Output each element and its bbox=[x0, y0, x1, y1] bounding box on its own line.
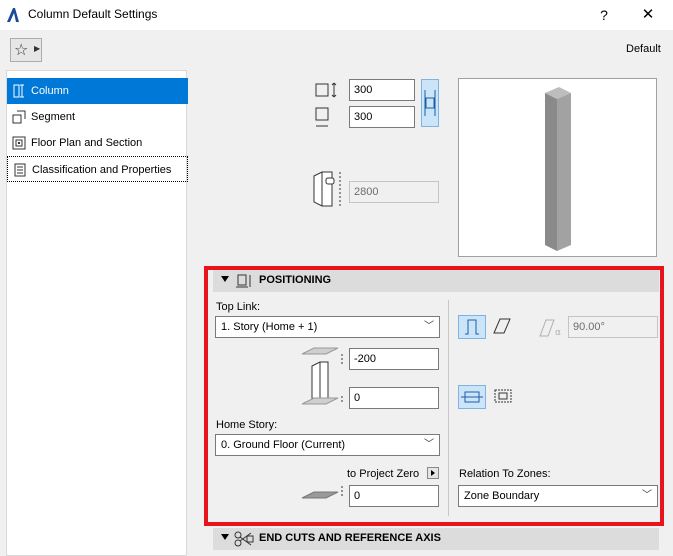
properties-icon bbox=[14, 163, 26, 177]
column-height-icon bbox=[313, 171, 341, 207]
column-icon bbox=[13, 84, 24, 98]
depth-input[interactable]: 300 bbox=[349, 106, 415, 128]
sidebar-item-segment[interactable]: Segment bbox=[7, 104, 188, 130]
archicad-logo-icon bbox=[7, 8, 19, 22]
chevron-right-icon: ▶ bbox=[34, 44, 41, 53]
sidebar-item-label: Floor Plan and Section bbox=[31, 137, 143, 149]
sidebar-item-column[interactable]: Column bbox=[7, 78, 188, 104]
end-cuts-panel-header[interactable]: END CUTS AND REFERENCE AXIS bbox=[213, 528, 659, 550]
segment-icon bbox=[12, 110, 26, 124]
sidebar-item-label: Classification and Properties bbox=[32, 164, 172, 176]
height-input[interactable]: 2800 bbox=[349, 181, 439, 203]
highlight-frame bbox=[204, 266, 664, 526]
chain-link-icon bbox=[424, 90, 436, 116]
collapse-arrow-icon bbox=[221, 534, 229, 540]
column-preview-graphic bbox=[545, 87, 571, 251]
preset-label: Default bbox=[626, 43, 661, 55]
end-cuts-title: END CUTS AND REFERENCE AXIS bbox=[259, 532, 441, 544]
width-input[interactable]: 300 bbox=[349, 79, 415, 101]
window-title: Column Default Settings bbox=[28, 7, 158, 21]
floor-plan-icon bbox=[12, 136, 26, 150]
sidebar-item-label: Segment bbox=[31, 111, 76, 123]
sidebar-item-floor-plan-and-section[interactable]: Floor Plan and Section bbox=[7, 130, 188, 156]
width-depth-icon bbox=[315, 82, 337, 127]
sidebar-item-classification-and-properties[interactable]: Classification and Properties bbox=[7, 156, 188, 182]
link-dimensions-toggle[interactable] bbox=[421, 79, 439, 127]
sidebar: Column Segment Floor Plan and Section Cl… bbox=[6, 70, 188, 556]
star-icon: ☆ bbox=[14, 42, 29, 59]
favorites-button[interactable]: ☆ ▶ bbox=[10, 38, 42, 62]
close-button[interactable]: ✕ bbox=[636, 4, 660, 26]
column-3d-preview bbox=[458, 78, 657, 257]
help-button[interactable]: ? bbox=[592, 4, 616, 26]
sidebar-item-label: Column bbox=[31, 85, 69, 97]
scissors-icon bbox=[234, 531, 254, 547]
